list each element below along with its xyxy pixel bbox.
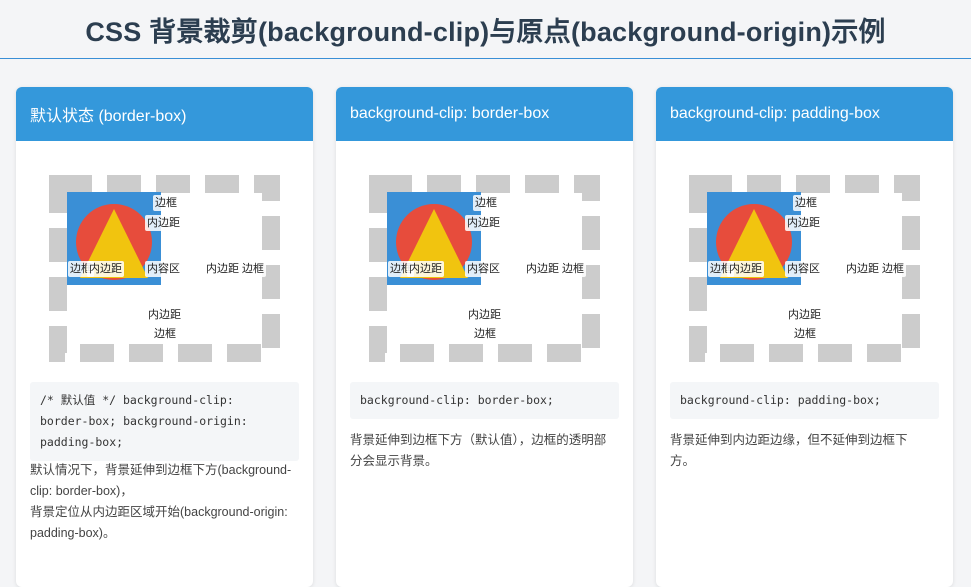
label-padding-border-right: 内边距 边框: [204, 261, 267, 277]
description-line-1: 默认情况下，背景延伸到边框下方(background-clip: border-…: [30, 463, 292, 498]
page-header: CSS 背景裁剪(background-clip)与原点(background-…: [0, 0, 971, 59]
label-padding-bottom: 内边距: [466, 307, 503, 323]
card-description: 背景延伸到边框下方（默认值），边框的透明部分会显示背景。: [350, 433, 607, 468]
label-padding-border-right: 内边距 边框: [524, 261, 587, 277]
label-border-bottom: 边框: [472, 326, 498, 342]
label-border-top: 边框: [473, 195, 499, 211]
demo-box: 边框 内边距 边框 内边距 内容区 内边距 边框 内边距 边框: [689, 175, 920, 362]
label-padding-left: 内边距: [87, 261, 124, 277]
label-border-bottom: 边框: [152, 326, 178, 342]
card-title: 默认状态 (border-box): [16, 87, 313, 141]
code-snippet: background-clip: padding-box;: [670, 382, 939, 419]
description-line-2: 背景定位从内边距区域开始(background-origin: padding-…: [30, 505, 288, 540]
card-title: background-clip: border-box: [336, 87, 633, 141]
label-content: 内容区: [145, 261, 182, 277]
card-default: 默认状态 (border-box) 边框 内边距 边框 内边距 内容区 内边距 …: [16, 87, 313, 587]
label-border-top: 边框: [793, 195, 819, 211]
card-description: 背景延伸到内边距边缘，但不延伸到边框下方。: [670, 433, 908, 468]
label-border-bottom: 边框: [792, 326, 818, 342]
label-padding-top: 内边距: [785, 215, 822, 231]
demo-box: 边框 内边距 边框 内边距 内容区 内边距 边框 内边距 边框: [369, 175, 600, 362]
label-content: 内容区: [465, 261, 502, 277]
label-padding-top: 内边距: [145, 215, 182, 231]
label-padding-border-right: 内边距 边框: [844, 261, 907, 277]
label-padding-bottom: 内边距: [786, 307, 823, 323]
card-border-box: background-clip: border-box 边框 内边距 边框 内边…: [336, 87, 633, 587]
label-padding-left: 内边距: [727, 261, 764, 277]
label-padding-left: 内边距: [407, 261, 444, 277]
card-title: background-clip: padding-box: [656, 87, 953, 141]
code-snippet: background-clip: border-box;: [350, 382, 619, 419]
label-padding-top: 内边距: [465, 215, 502, 231]
demo-box: 边框 内边距 边框 内边距 内容区 内边距 边框 内边距 边框: [49, 175, 280, 362]
page-title: CSS 背景裁剪(background-clip)与原点(background-…: [85, 16, 886, 47]
label-padding-bottom: 内边距: [146, 307, 183, 323]
code-snippet: /* 默认值 */ background-clip: border-box; b…: [30, 382, 299, 461]
label-border-top: 边框: [153, 195, 179, 211]
card-description: 默认情况下，背景延伸到边框下方(background-clip: border-…: [30, 460, 292, 544]
card-padding-box: background-clip: padding-box 边框 内边距 边框 内…: [656, 87, 953, 587]
label-content: 内容区: [785, 261, 822, 277]
